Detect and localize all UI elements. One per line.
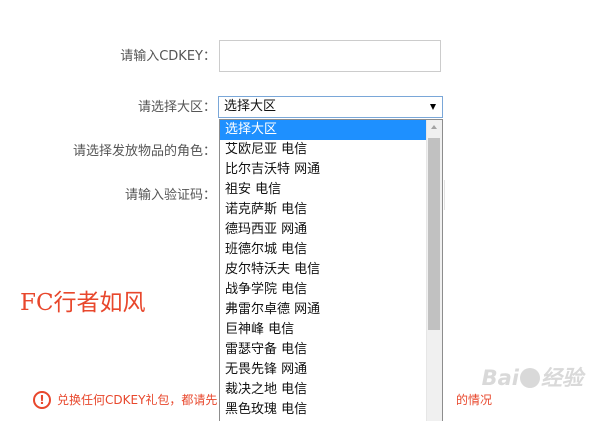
scrollbar-thumb[interactable] [428,138,440,330]
server-option[interactable]: 弗雷尔卓德 网通 [220,300,426,320]
dropdown-arrow-icon [430,104,436,110]
server-option[interactable]: 诺克萨斯 电信 [220,200,426,220]
server-option[interactable]: 无畏先锋 网通 [220,360,426,380]
watermark-text-left: Bai [481,366,519,390]
author-brand-text: FC行者如风 [20,290,146,316]
server-label: 请选择大区： [137,100,216,115]
server-dropdown-list[interactable]: 选择大区 艾欧尼亚 电信 比尔吉沃特 网通 祖安 电信 诺克萨斯 电信 德玛西亚… [219,119,443,421]
role-label: 请选择发放物品的角色： [72,144,216,159]
server-option[interactable]: 战争学院 电信 [220,280,426,300]
exclamation-circle-icon: ! [33,391,51,409]
server-options: 选择大区 艾欧尼亚 电信 比尔吉沃特 网通 祖安 电信 诺克萨斯 电信 德玛西亚… [220,120,426,420]
server-option[interactable]: 裁决之地 电信 [220,380,426,400]
baidu-watermark: Bai 经验 [482,364,583,392]
cdkey-input[interactable] [219,40,441,72]
server-option[interactable]: 祖安 电信 [220,180,426,200]
server-option[interactable]: 巨神峰 电信 [220,320,426,340]
scroll-up-arrow-icon[interactable] [431,125,437,129]
dropdown-scrollbar[interactable] [426,120,442,421]
server-option[interactable]: 德玛西亚 网通 [220,220,426,240]
notice-text-left: 兑换任何CDKEY礼包，都请先 [57,393,218,407]
server-option[interactable]: 艾欧尼亚 电信 [220,140,426,160]
server-option[interactable]: 黑色玫瑰 电信 [220,400,426,420]
server-option[interactable]: 班德尔城 电信 [220,240,426,260]
server-select-value: 选择大区 [224,99,277,114]
captcha-label: 请输入验证码： [124,188,216,203]
server-select[interactable]: 选择大区 [218,96,443,118]
server-option[interactable]: 皮尔特沃夫 电信 [220,260,426,280]
server-option[interactable]: 选择大区 [220,120,426,140]
cdkey-label: 请输入CDKEY： [120,49,216,64]
paw-icon [520,368,540,388]
watermark-text-right: 经验 [541,366,583,390]
server-option[interactable]: 雷瑟守备 电信 [220,340,426,360]
server-option[interactable]: 比尔吉沃特 网通 [220,160,426,180]
notice-text-right: 的情况 [456,393,493,407]
